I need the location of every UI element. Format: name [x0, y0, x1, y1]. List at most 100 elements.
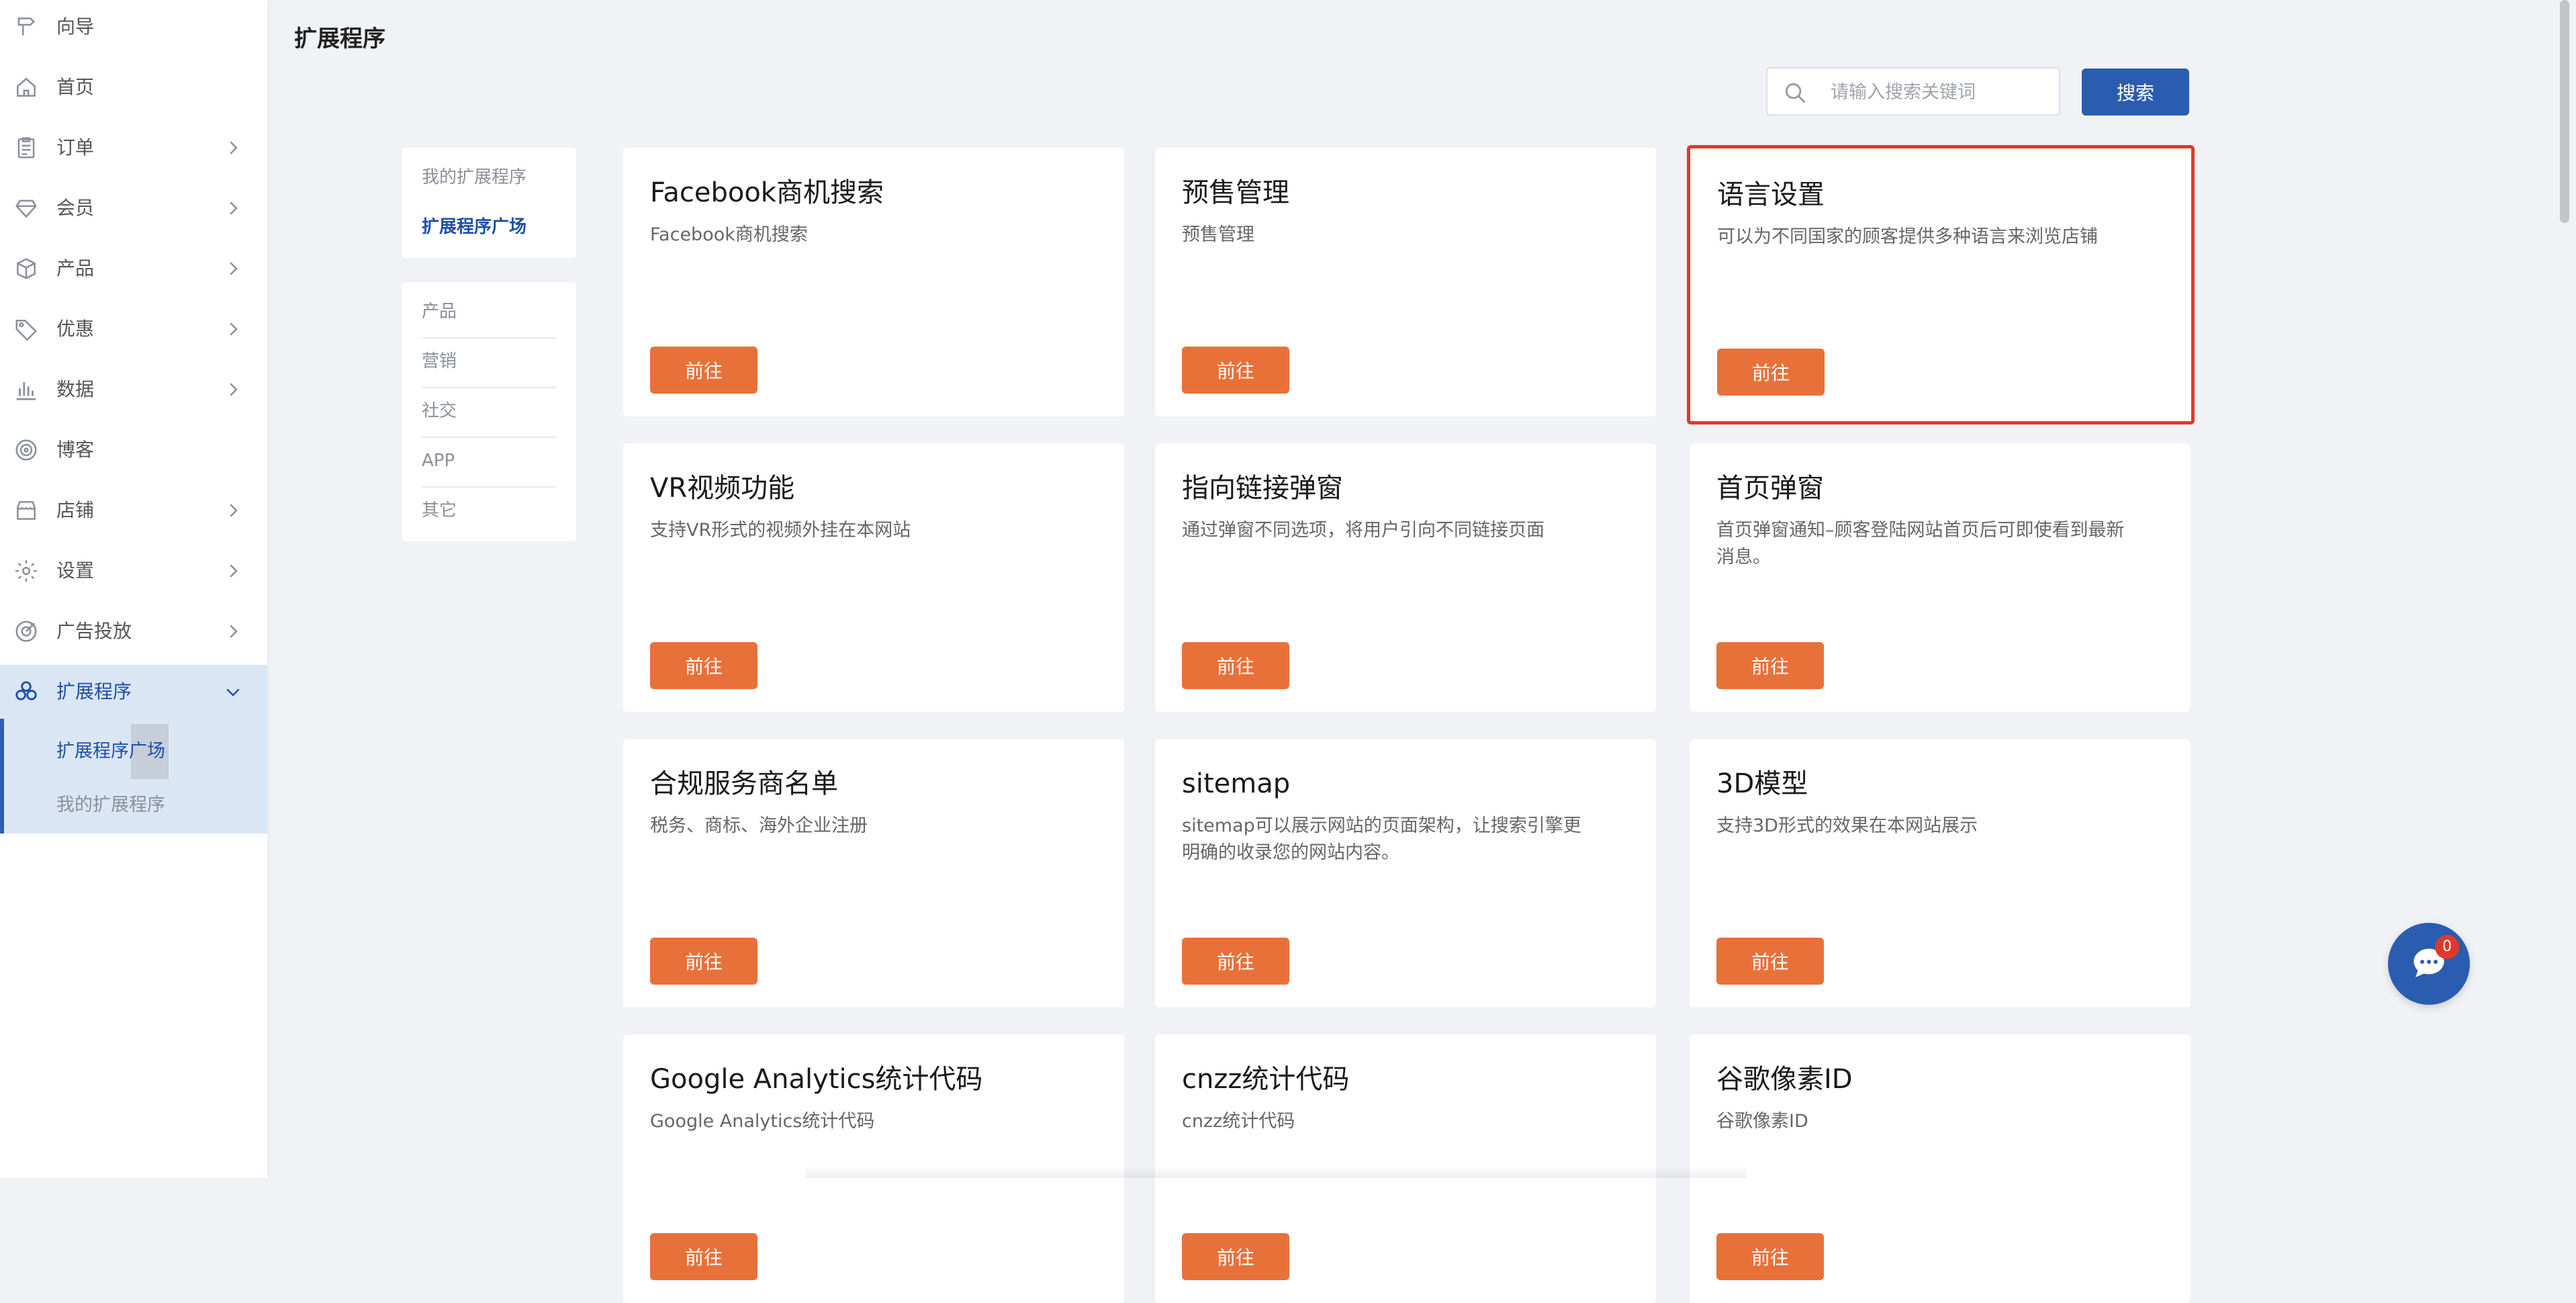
- go-button[interactable]: 前往: [1182, 938, 1289, 985]
- card-title: Facebook商机搜索: [650, 177, 884, 208]
- extension-card: 合规服务商名单 税务、商标、海外企业注册 前往: [623, 739, 1124, 1007]
- card-title: 首页弹窗: [1716, 473, 1824, 504]
- sidebar-item-home[interactable]: 首页: [0, 60, 267, 114]
- go-button[interactable]: 前往: [1716, 938, 1824, 985]
- sidebar-item-settings[interactable]: 设置: [0, 544, 267, 598]
- sidebar-item-label: 数据: [56, 378, 95, 400]
- notification-badge: 0: [2435, 935, 2459, 959]
- sidebar-item-label: 优惠: [56, 318, 95, 340]
- sidebar-item-label: 设置: [56, 559, 95, 582]
- store-icon: [13, 498, 39, 523]
- sidebar-subitem-my-extensions[interactable]: 我的扩展程序: [56, 792, 165, 819]
- sidebar-item-ads[interactable]: 广告投放: [0, 604, 267, 658]
- go-button[interactable]: 前往: [1182, 347, 1289, 394]
- search-input[interactable]: [1829, 78, 2047, 106]
- sidebar-item-label: 会员: [56, 197, 95, 219]
- sidebar-item-store[interactable]: 店铺: [0, 484, 267, 537]
- sidebar-item-extensions[interactable]: 扩展程序: [0, 665, 267, 719]
- card-description: Google Analytics统计代码: [650, 1111, 875, 1132]
- category-app[interactable]: APP: [422, 447, 455, 474]
- chevron-right-icon: [223, 621, 243, 642]
- go-button[interactable]: 前往: [1716, 1233, 1824, 1280]
- card-title: 指向链接弹窗: [1182, 473, 1343, 504]
- sidebar-item-discounts[interactable]: 优惠: [0, 302, 267, 356]
- go-button[interactable]: 前往: [650, 347, 757, 394]
- filter-extension-square[interactable]: 扩展程序广场: [422, 214, 526, 240]
- chevron-down-icon: [223, 681, 243, 703]
- divider: [422, 337, 556, 339]
- category-social[interactable]: 社交: [422, 398, 457, 424]
- extension-card: sitemap sitemap可以展示网站的页面架构，让搜索引擎更明确的收录您的…: [1155, 739, 1656, 1007]
- sidebar-item-data[interactable]: 数据: [0, 363, 267, 416]
- gear-icon: [13, 558, 39, 584]
- card-description: 税务、商标、海外企业注册: [650, 815, 868, 836]
- go-button[interactable]: 前往: [1182, 1233, 1289, 1280]
- category-other[interactable]: 其它: [422, 497, 457, 524]
- home-icon: [13, 75, 39, 100]
- sidebar-item-blog[interactable]: 博客: [0, 423, 267, 477]
- extension-card: 指向链接弹窗 通过弹窗不同选项，将用户引向不同链接页面 前往: [1155, 443, 1656, 712]
- card-description: 预售管理: [1182, 224, 1254, 245]
- chevron-right-icon: [223, 318, 243, 340]
- ad-target-icon: [13, 619, 39, 644]
- card-description: cnzz统计代码: [1182, 1111, 1295, 1132]
- extension-scope-filter: 我的扩展程序 扩展程序广场: [402, 148, 576, 258]
- chevron-right-icon: [223, 500, 243, 521]
- extension-card: VR视频功能 支持VR形式的视频外挂在本网站 前往: [623, 443, 1124, 712]
- chevron-right-icon: [223, 379, 243, 400]
- scrollbar-thumb[interactable]: [2560, 0, 2569, 223]
- sidebar-item-members[interactable]: 会员: [0, 181, 267, 235]
- search-button[interactable]: 搜索: [2082, 69, 2189, 116]
- card-title: Google Analytics统计代码: [650, 1064, 983, 1095]
- go-button[interactable]: 前往: [1182, 642, 1289, 689]
- chevron-right-icon: [223, 258, 243, 279]
- sidebar-item-label: 向导: [56, 15, 95, 38]
- card-description: sitemap可以展示网站的页面架构，让搜索引擎更明确的收录您的网站内容。: [1182, 815, 1581, 863]
- sidebar-item-label: 订单: [56, 136, 95, 159]
- target-icon: [13, 437, 39, 463]
- go-button[interactable]: 前往: [1717, 349, 1825, 396]
- extension-card-highlighted: 语言设置 可以为不同国家的顾客提供多种语言来浏览店铺 前往: [1687, 145, 2195, 424]
- sidebar-item-guide[interactable]: 向导: [0, 0, 267, 54]
- divider: [422, 387, 556, 388]
- card-description: 可以为不同国家的顾客提供多种语言来浏览店铺: [1717, 226, 2098, 247]
- chat-button[interactable]: [2388, 923, 2470, 1005]
- box-icon: [13, 256, 39, 281]
- category-products[interactable]: 产品: [422, 298, 457, 325]
- extension-card: 谷歌像素ID 谷歌像素ID 前往: [1690, 1034, 2191, 1303]
- go-button[interactable]: 前往: [650, 938, 757, 985]
- card-description: 谷歌像素ID: [1716, 1111, 1808, 1132]
- divider: [422, 437, 556, 438]
- go-button[interactable]: 前往: [650, 642, 757, 689]
- signpost-icon: [13, 14, 39, 40]
- sidebar-item-orders[interactable]: 订单: [0, 121, 267, 175]
- sidebar-item-products[interactable]: 产品: [0, 242, 267, 296]
- sidebar-item-label: 首页: [56, 76, 95, 98]
- go-button[interactable]: 前往: [650, 1233, 757, 1280]
- page-title: 扩展程序: [294, 26, 385, 52]
- category-marketing[interactable]: 营销: [422, 348, 457, 375]
- extension-card: 预售管理 预售管理 前往: [1155, 148, 1656, 416]
- go-button[interactable]: 前往: [1716, 642, 1824, 689]
- card-description: Facebook商机搜索: [650, 224, 808, 245]
- card-description: 支持3D形式的效果在本网站展示: [1716, 815, 1978, 836]
- card-title: 预售管理: [1182, 177, 1289, 208]
- bar-chart-icon: [13, 377, 39, 402]
- tag-icon: [13, 316, 39, 342]
- card-title: 3D模型: [1716, 768, 1808, 799]
- card-description: 通过弹窗不同选项，将用户引向不同链接页面: [1182, 520, 1545, 541]
- chevron-right-icon: [223, 560, 243, 582]
- card-title: 谷歌像素ID: [1716, 1064, 1853, 1095]
- card-title: VR视频功能: [650, 473, 795, 504]
- search-icon: [1782, 80, 1808, 105]
- category-filter: 产品 营销 社交 APP 其它: [402, 282, 576, 541]
- chevron-right-icon: [223, 137, 243, 159]
- card-title: 合规服务商名单: [650, 768, 838, 799]
- search-field[interactable]: [1766, 67, 2060, 116]
- card-title: sitemap: [1182, 768, 1291, 799]
- sidebar-item-label: 广告投放: [56, 620, 132, 642]
- sidebar-subitem-extension-square[interactable]: 扩展程序广场: [56, 738, 165, 765]
- clipboard-icon: [13, 135, 39, 161]
- filter-my-extensions[interactable]: 我的扩展程序: [422, 164, 526, 191]
- diamond-icon: [13, 195, 39, 221]
